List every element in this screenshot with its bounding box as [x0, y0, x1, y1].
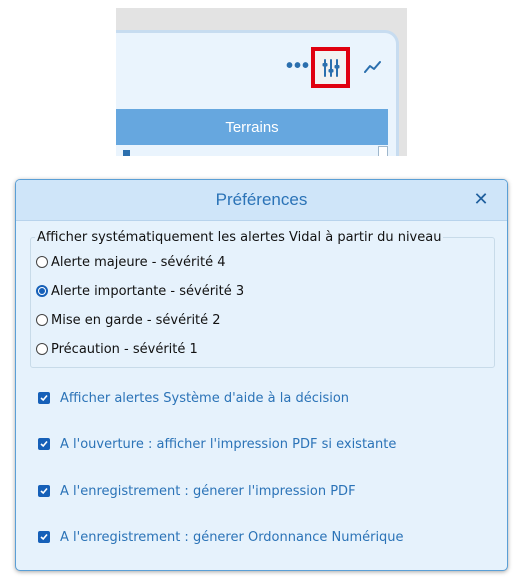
radio-severity-1[interactable]: Précaution - sévérité 1: [36, 340, 198, 358]
radio-button[interactable]: [36, 256, 48, 268]
radio-label: Alerte importante - sévérité 3: [51, 283, 245, 299]
radio-severity-4[interactable]: Alerte majeure - sévérité 4: [36, 253, 225, 271]
alert-level-label: Afficher systématiquement les alertes Vi…: [35, 230, 444, 245]
check-icon: [40, 440, 48, 448]
radio-severity-3[interactable]: Alerte importante - sévérité 3: [36, 282, 244, 300]
toolbar-crop: ••• Terrains: [116, 8, 407, 156]
radio-label: Précaution - sévérité 1: [51, 341, 198, 357]
checkbox-label: A l'enregistrement : génerer l'impressio…: [60, 483, 356, 499]
radio-severity-2[interactable]: Mise en garde - sévérité 2: [36, 311, 221, 329]
checkbox[interactable]: [38, 531, 50, 543]
more-icon[interactable]: •••: [286, 56, 310, 76]
dialog-title: Préférences: [215, 190, 308, 209]
checkbox-save-ordonnance[interactable]: A l'enregistrement : génerer Ordonnance …: [38, 528, 404, 546]
check-icon: [40, 487, 48, 495]
radio-button[interactable]: [36, 314, 48, 326]
scrollbar[interactable]: [378, 146, 388, 156]
sliders-icon: [322, 58, 339, 77]
checkbox[interactable]: [38, 392, 50, 404]
checkbox-label: A l'ouverture : afficher l'impression PD…: [60, 436, 397, 452]
checkbox-label: Afficher alertes Système d'aide à la déc…: [60, 390, 350, 406]
checkbox-label: A l'enregistrement : génerer Ordonnance …: [60, 529, 404, 545]
radio-button[interactable]: [36, 285, 48, 297]
preferences-dialog: Préférences ✕ Afficher systématiquement …: [15, 179, 508, 571]
tab-terrains[interactable]: Terrains: [116, 109, 388, 145]
checkbox[interactable]: [38, 438, 50, 450]
checkbox-save-pdf[interactable]: A l'enregistrement : génerer l'impressio…: [38, 482, 356, 500]
checkbox-open-pdf[interactable]: A l'ouverture : afficher l'impression PD…: [38, 435, 396, 453]
check-icon: [40, 533, 48, 541]
chart-bar-icon: [123, 150, 130, 156]
sliders-button[interactable]: [311, 47, 350, 88]
checkbox-decision-support[interactable]: Afficher alertes Système d'aide à la déc…: [38, 389, 349, 407]
radio-label: Alerte majeure - sévérité 4: [51, 254, 226, 270]
radio-button[interactable]: [36, 343, 48, 355]
dialog-header: Préférences ✕: [16, 180, 507, 221]
trend-icon[interactable]: [364, 60, 382, 74]
close-icon[interactable]: ✕: [471, 189, 491, 209]
radio-label: Mise en garde - sévérité 2: [51, 312, 221, 328]
check-icon: [40, 394, 48, 402]
checkbox[interactable]: [38, 485, 50, 497]
